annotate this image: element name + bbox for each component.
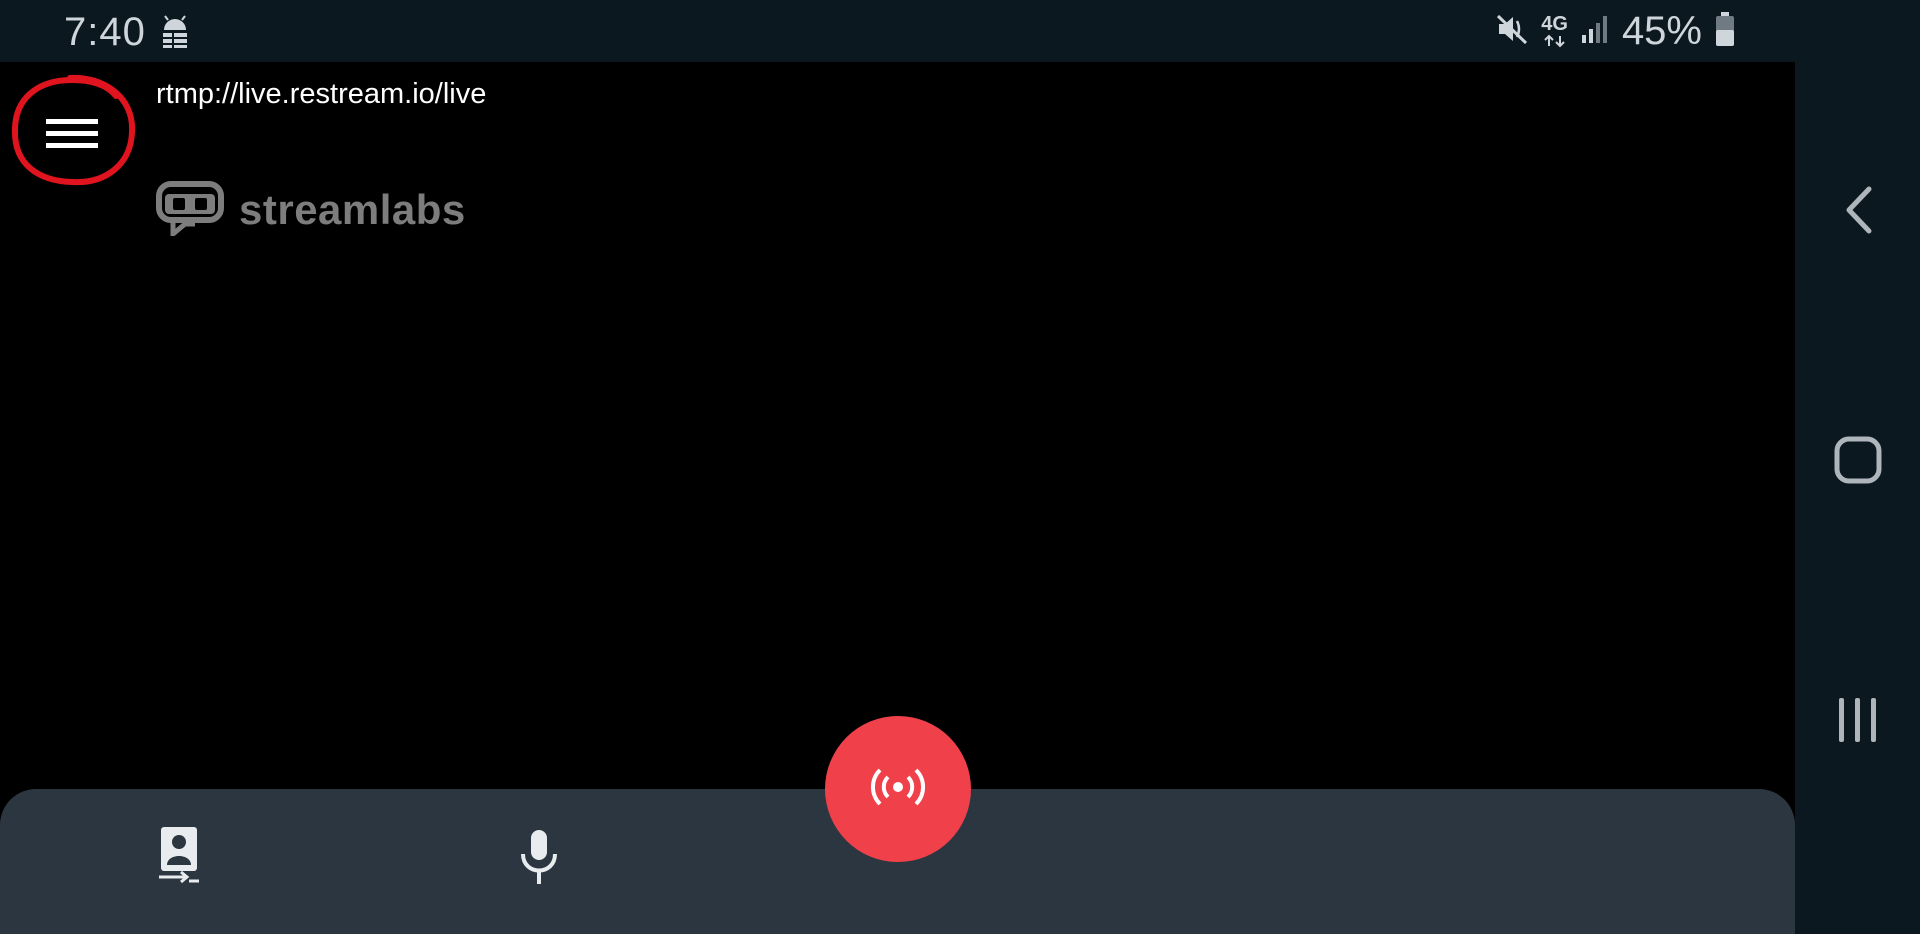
status-indicators: 4G 45%: [1495, 9, 1736, 53]
streamlabs-logo-text: streamlabs: [239, 185, 466, 233]
microphone-button[interactable]: [510, 829, 568, 889]
system-nav-bar: [1795, 62, 1920, 934]
go-live-button[interactable]: [825, 716, 971, 862]
battery-percent: 45%: [1621, 8, 1702, 53]
streamlabs-logo: streamlabs: [155, 178, 466, 241]
status-time: 7:40: [64, 10, 146, 54]
signal-icon: [1580, 13, 1610, 50]
recents-icon: [1836, 695, 1880, 750]
switch-camera-icon: [157, 825, 201, 892]
home-icon: [1833, 435, 1883, 490]
server-url: rtmp://live.restream.io/live: [156, 78, 487, 110]
network-type: 4G: [1541, 13, 1568, 35]
recents-button[interactable]: [1795, 692, 1920, 752]
switch-camera-button[interactable]: [150, 825, 208, 891]
back-button[interactable]: [1795, 172, 1920, 252]
broadcast-icon: [870, 765, 926, 814]
4g-icon: 4G: [1541, 14, 1568, 48]
streamlabs-logo-icon: [155, 178, 225, 241]
status-bar: 7:40 4G 45%: [0, 0, 1920, 62]
back-icon: [1841, 185, 1875, 240]
home-button[interactable]: [1795, 432, 1920, 492]
microphone-icon: [517, 828, 561, 891]
menu-button[interactable]: [10, 72, 136, 188]
hamburger-icon: [46, 119, 98, 148]
android-debug-icon: [158, 15, 192, 54]
battery-icon: [1714, 11, 1736, 52]
annotation-circle: [11, 74, 136, 186]
mute-icon: [1495, 12, 1529, 51]
